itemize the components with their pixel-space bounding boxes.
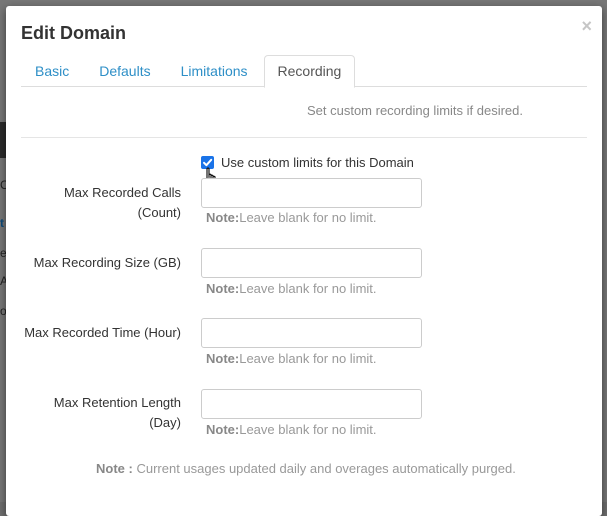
recording-hint-text: Set custom recording limits if desired. [306, 103, 524, 118]
close-icon[interactable]: × [581, 16, 592, 36]
max-recording-size-input[interactable] [201, 248, 422, 278]
custom-limits-label[interactable]: Use custom limits for this Domain [221, 155, 414, 170]
note-prefix: Note: [206, 281, 240, 296]
label-line: (Count) [137, 205, 181, 220]
footer-note-text: Current usages updated daily and overage… [132, 461, 516, 476]
custom-limits-row: Use custom limits for this Domain [201, 155, 414, 170]
label-line: (Day) [149, 415, 181, 430]
edit-domain-modal: Edit Domain × Basic Defaults Limitations… [6, 6, 602, 516]
label-line: Max Recording Size (GB) [33, 255, 181, 270]
field-note: Note:Leave blank for no limit. [206, 210, 377, 225]
note-text: Leave blank for no limit. [239, 281, 377, 296]
max-retention-length-label: Max Retention Length (Day) [6, 393, 181, 433]
max-retention-length-input[interactable] [201, 389, 422, 419]
label-line: Max Recorded Calls [63, 185, 181, 200]
field-note: Note:Leave blank for no limit. [206, 351, 377, 366]
field-note: Note:Leave blank for no limit. [206, 281, 377, 296]
label-line: Max Recorded Time (Hour) [24, 325, 181, 340]
field-note: Note:Leave blank for no limit. [206, 422, 377, 437]
max-recorded-time-label: Max Recorded Time (Hour) [6, 323, 181, 343]
divider [21, 137, 587, 138]
label-line: Max Retention Length [53, 395, 181, 410]
note-text: Leave blank for no limit. [239, 422, 377, 437]
max-recorded-calls-input[interactable] [201, 178, 422, 208]
tab-defaults[interactable]: Defaults [85, 55, 164, 87]
note-text: Leave blank for no limit. [239, 210, 377, 225]
max-recorded-calls-label: Max Recorded Calls (Count) [6, 183, 181, 223]
tab-limitations[interactable]: Limitations [167, 55, 262, 87]
note-text: Leave blank for no limit. [239, 351, 377, 366]
modal-title: Edit Domain [21, 23, 127, 43]
max-recording-size-label: Max Recording Size (GB) [6, 253, 181, 273]
note-prefix: Note: [206, 422, 240, 437]
footer-note-prefix: Note : [96, 461, 133, 476]
tab-recording[interactable]: Recording [263, 55, 356, 88]
note-prefix: Note: [206, 351, 240, 366]
footer-note: Note : Current usages updated daily and … [96, 461, 516, 476]
recording-hint: Set custom recording limits if desired. [6, 103, 602, 118]
tab-basic[interactable]: Basic [21, 55, 83, 87]
max-recorded-time-input[interactable] [201, 318, 422, 348]
note-prefix: Note: [206, 210, 240, 225]
tab-bar: Basic Defaults Limitations Recording [21, 55, 587, 88]
